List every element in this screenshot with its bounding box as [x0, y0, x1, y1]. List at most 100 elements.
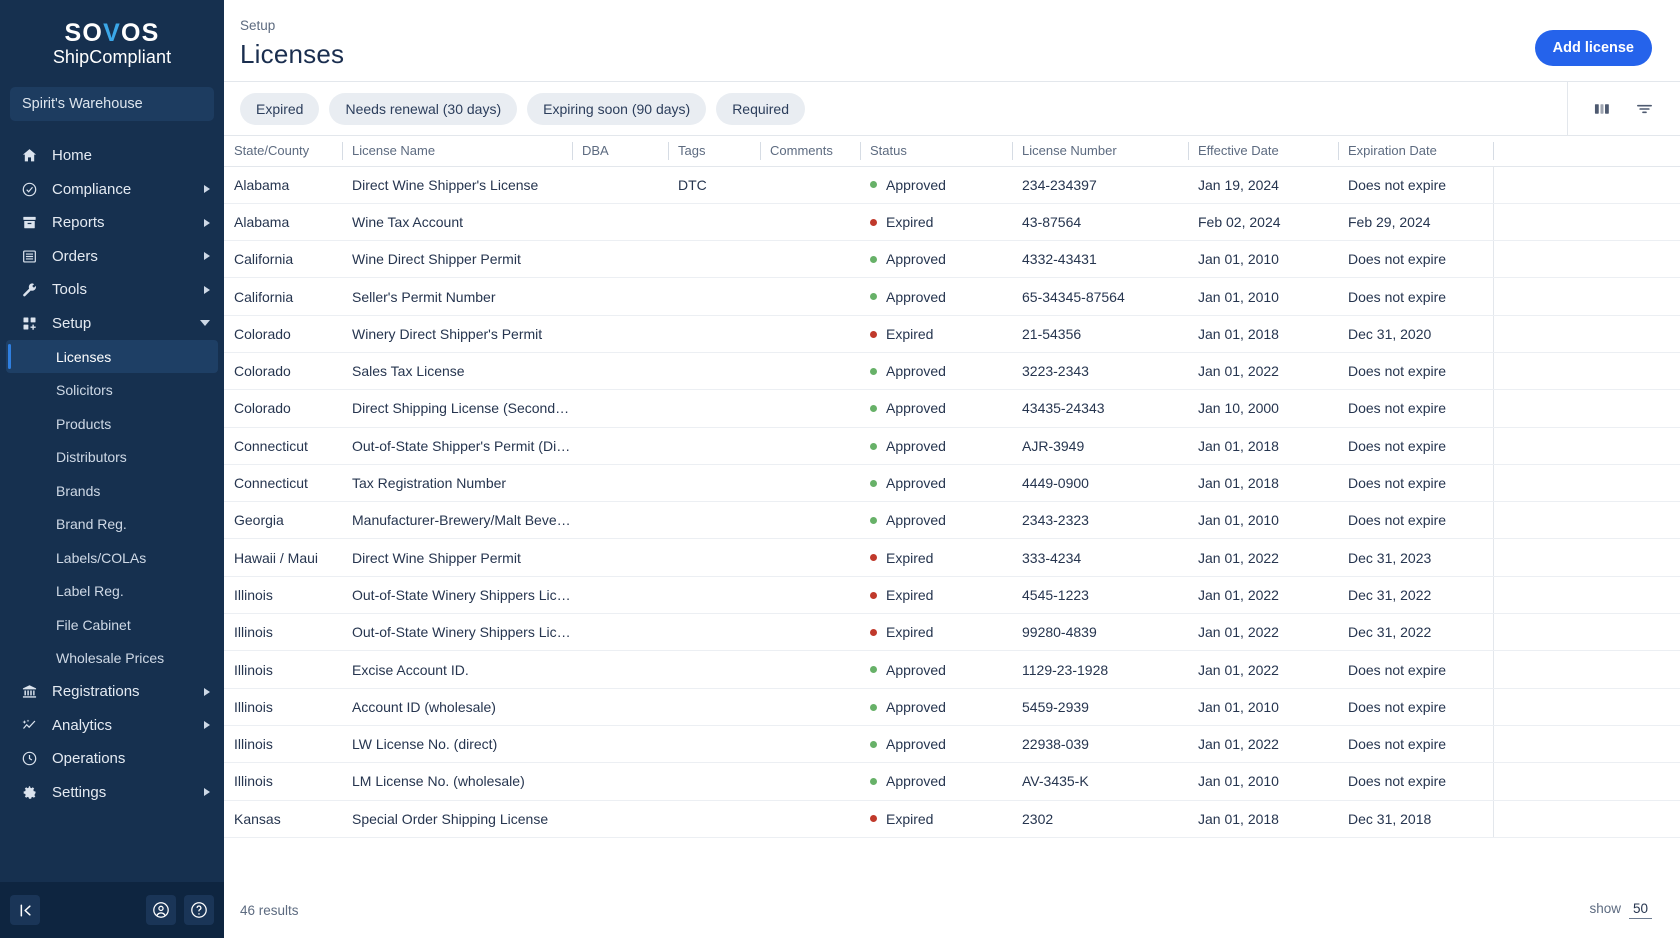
check-circle-icon	[18, 180, 40, 198]
col-tags[interactable]: Tags	[668, 136, 760, 166]
cell-status: Approved	[860, 763, 1012, 800]
cell-state-county: Alabama	[224, 203, 342, 240]
sidebar-item-solicitors[interactable]: Solicitors	[0, 373, 224, 407]
cell-license-number: 3223-2343	[1012, 352, 1188, 389]
cell-status: Approved	[860, 725, 1012, 762]
filter-chip-expired[interactable]: Expired	[240, 93, 319, 125]
sidebar-item-brands[interactable]: Brands	[0, 474, 224, 508]
table-row[interactable]: CaliforniaSeller's Permit NumberApproved…	[224, 278, 1680, 315]
col-dba[interactable]: DBA	[572, 136, 668, 166]
cell-tags	[668, 427, 760, 464]
cell-tags	[668, 614, 760, 651]
table-row[interactable]: IllinoisOut-of-State Winery Shippers Lic…	[224, 614, 1680, 651]
col-label: License Name	[352, 143, 435, 158]
help-icon[interactable]	[184, 895, 214, 925]
filter-icon[interactable]	[1635, 101, 1654, 117]
cell-actions	[1493, 651, 1680, 688]
table-row[interactable]: ColoradoWinery Direct Shipper's PermitEx…	[224, 315, 1680, 352]
table-row[interactable]: IllinoisAccount ID (wholesale)Approved54…	[224, 688, 1680, 725]
cell-expiration-date: Feb 29, 2024	[1338, 203, 1493, 240]
collapse-sidebar-icon[interactable]	[10, 895, 40, 925]
col-status[interactable]: Status	[860, 136, 1012, 166]
col-license-name[interactable]: License Name	[342, 136, 572, 166]
sidebar-item-wholesale-prices[interactable]: Wholesale Prices	[0, 641, 224, 675]
cell-comments	[760, 614, 860, 651]
sidebar-subitem-label: Distributors	[56, 449, 127, 465]
cell-dba	[572, 800, 668, 837]
cell-state-county: Hawaii / Maui	[224, 539, 342, 576]
sidebar-item-label-reg[interactable]: Label Reg.	[0, 574, 224, 608]
cell-tags	[668, 763, 760, 800]
table-row[interactable]: IllinoisLM License No. (wholesale)Approv…	[224, 763, 1680, 800]
page-size-selector: show 50	[1589, 901, 1652, 919]
columns-icon[interactable]	[1594, 101, 1613, 117]
col-comments[interactable]: Comments	[760, 136, 860, 166]
table-row[interactable]: ColoradoSales Tax LicenseApproved3223-23…	[224, 352, 1680, 389]
cell-tags	[668, 539, 760, 576]
account-icon[interactable]	[146, 895, 176, 925]
sidebar-item-labels-colas[interactable]: Labels/COLAs	[0, 541, 224, 575]
cell-license-number: 22938-039	[1012, 725, 1188, 762]
brand-product-name: ShipCompliant	[0, 46, 224, 69]
add-license-button[interactable]: Add license	[1535, 30, 1652, 66]
sidebar-item-distributors[interactable]: Distributors	[0, 440, 224, 474]
table-row[interactable]: IllinoisExcise Account ID.Approved1129-2…	[224, 651, 1680, 688]
cell-effective-date: Jan 01, 2022	[1188, 725, 1338, 762]
table-row[interactable]: AlabamaDirect Wine Shipper's LicenseDTCA…	[224, 166, 1680, 203]
table-row[interactable]: KansasSpecial Order Shipping LicenseExpi…	[224, 800, 1680, 837]
status-dot-approved	[870, 778, 877, 785]
sidebar-item-file-cabinet[interactable]: File Cabinet	[0, 608, 224, 642]
breadcrumb[interactable]: Setup	[240, 10, 344, 33]
sidebar-item-label: Compliance	[52, 181, 131, 198]
cell-dba	[572, 352, 668, 389]
sidebar-item-label: Tools	[52, 281, 87, 298]
app-root: SOVOS ShipCompliant Spirit's Warehouse H…	[0, 0, 1680, 938]
sidebar-item-home[interactable]: Home	[0, 139, 224, 173]
cell-license-name: Direct Shipping License (Secondary)	[342, 390, 572, 427]
sidebar-item-setup[interactable]: Setup	[0, 306, 224, 340]
table-row[interactable]: AlabamaWine Tax AccountExpired43-87564Fe…	[224, 203, 1680, 240]
table-row[interactable]: ConnecticutOut-of-State Shipper's Permit…	[224, 427, 1680, 464]
sidebar-item-products[interactable]: Products	[0, 407, 224, 441]
cell-effective-date: Jan 01, 2022	[1188, 614, 1338, 651]
cell-comments	[760, 278, 860, 315]
cell-status: Expired	[860, 203, 1012, 240]
table-row[interactable]: Hawaii / MauiDirect Wine Shipper PermitE…	[224, 539, 1680, 576]
brand-logo[interactable]: SOVOS ShipCompliant	[0, 0, 224, 83]
filter-chip-required[interactable]: Required	[716, 93, 805, 125]
sidebar-item-compliance[interactable]: Compliance	[0, 172, 224, 206]
cell-license-name: Account ID (wholesale)	[342, 688, 572, 725]
col-expiration-date[interactable]: Expiration Date	[1338, 136, 1493, 166]
table-row[interactable]: GeorgiaManufacturer-Brewery/Malt Beverag…	[224, 502, 1680, 539]
sidebar-item-registrations[interactable]: Registrations	[0, 675, 224, 709]
table-row[interactable]: IllinoisLW License No. (direct)Approved2…	[224, 725, 1680, 762]
sidebar-item-settings[interactable]: Settings	[0, 775, 224, 809]
sidebar-subitem-label: Products	[56, 416, 111, 432]
cell-comments	[760, 203, 860, 240]
col-state-county[interactable]: State/County	[224, 136, 342, 166]
org-selector[interactable]: Spirit's Warehouse	[10, 87, 214, 121]
cell-state-county: Kansas	[224, 800, 342, 837]
cell-expiration-date: Does not expire	[1338, 390, 1493, 427]
sidebar-item-brand-reg[interactable]: Brand Reg.	[0, 507, 224, 541]
sidebar-item-tools[interactable]: Tools	[0, 273, 224, 307]
cell-license-number: 234-234397	[1012, 166, 1188, 203]
col-effective-date[interactable]: Effective Date	[1188, 136, 1338, 166]
col-license-number[interactable]: License Number	[1012, 136, 1188, 166]
sidebar-item-reports[interactable]: Reports	[0, 206, 224, 240]
cell-state-county: Connecticut	[224, 464, 342, 501]
cell-license-name: Excise Account ID.	[342, 651, 572, 688]
page-size-value[interactable]: 50	[1629, 901, 1652, 919]
table-row[interactable]: IllinoisOut-of-State Winery Shippers Lic…	[224, 576, 1680, 613]
sidebar-item-analytics[interactable]: Analytics	[0, 708, 224, 742]
sidebar-item-licenses[interactable]: Licenses	[6, 340, 218, 374]
table-row[interactable]: ColoradoDirect Shipping License (Seconda…	[224, 390, 1680, 427]
status-dot-expired	[870, 331, 877, 338]
sidebar-item-operations[interactable]: Operations	[0, 742, 224, 776]
sidebar-item-orders[interactable]: Orders	[0, 239, 224, 273]
cell-license-name: Out-of-State Shipper's Permit (Direct)	[342, 427, 572, 464]
table-row[interactable]: CaliforniaWine Direct Shipper PermitAppr…	[224, 241, 1680, 278]
filter-chip-needs-renewal[interactable]: Needs renewal (30 days)	[329, 93, 517, 125]
filter-chip-expiring-soon[interactable]: Expiring soon (90 days)	[527, 93, 706, 125]
table-row[interactable]: ConnecticutTax Registration NumberApprov…	[224, 464, 1680, 501]
